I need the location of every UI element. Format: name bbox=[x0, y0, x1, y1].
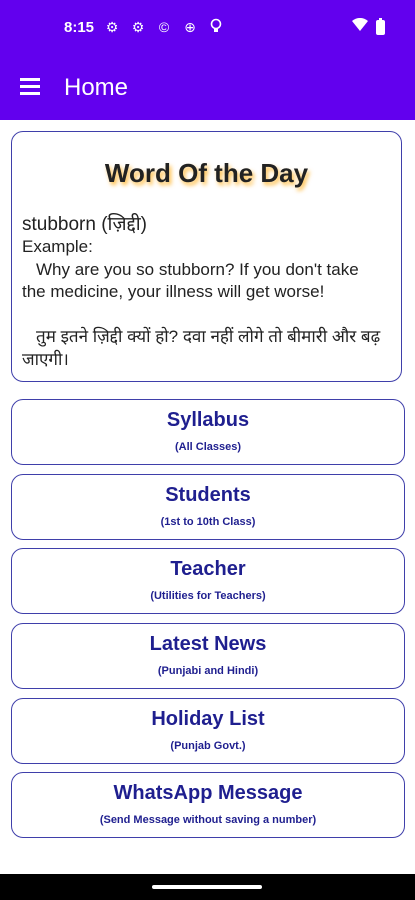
target-icon: ⊕ bbox=[184, 19, 196, 35]
status-right bbox=[352, 17, 385, 37]
menu-card-title: Latest News bbox=[149, 633, 267, 655]
menu-card-subtitle: (Punjab Govt.) bbox=[170, 740, 246, 752]
menu-card-title: Syllabus bbox=[166, 409, 250, 431]
syllabus-button[interactable]: Syllabus (All Classes) bbox=[11, 399, 405, 465]
menu-card-subtitle: (Utilities for Teachers) bbox=[150, 590, 266, 602]
status-time: 8:15 bbox=[64, 19, 95, 36]
copyright-icon: © bbox=[158, 19, 170, 35]
home-indicator[interactable] bbox=[152, 885, 262, 889]
latest-news-button[interactable]: Latest News (Punjabi and Hindi) bbox=[11, 623, 405, 689]
menu-card-title: Teacher bbox=[170, 558, 246, 580]
status-icons: ⚙ ⚙ © ⊕ bbox=[104, 18, 224, 38]
word-of-day-title: Word Of the Day bbox=[104, 158, 309, 188]
navigation-bar bbox=[0, 874, 415, 900]
page-title: Home bbox=[64, 74, 129, 101]
menu-card-subtitle: (All Classes) bbox=[174, 441, 242, 453]
menu-card-subtitle: (1st to 10th Class) bbox=[160, 516, 256, 528]
example-hindi: तुम इतने ज़िद्दी क्यों हो? दवा नहीं लोगे… bbox=[22, 327, 381, 369]
menu-card-title: Students bbox=[165, 484, 251, 506]
example-label: Example: bbox=[22, 237, 93, 256]
menu-card-subtitle: (Punjabi and Hindi) bbox=[157, 665, 259, 677]
hamburger-menu-icon[interactable] bbox=[20, 78, 40, 95]
menu-card-title: WhatsApp Message bbox=[113, 782, 303, 804]
lightbulb-icon bbox=[208, 18, 224, 38]
students-button[interactable]: Students (1st to 10th Class) bbox=[11, 474, 405, 540]
holiday-list-button[interactable]: Holiday List (Punjab Govt.) bbox=[11, 698, 405, 764]
whatsapp-message-button[interactable]: WhatsApp Message (Send Message without s… bbox=[11, 772, 405, 838]
app-bar: Home bbox=[0, 56, 415, 120]
teacher-button[interactable]: Teacher (Utilities for Teachers) bbox=[11, 548, 405, 614]
word-of-day-word: stubborn (ज़िद्दी) bbox=[22, 214, 148, 235]
menu-card-title: Holiday List bbox=[151, 708, 265, 730]
status-bar: 8:15 ⚙ ⚙ © ⊕ bbox=[0, 0, 415, 56]
example-english: Why are you so stubborn? If you don't ta… bbox=[22, 260, 359, 301]
menu-card-subtitle: (Send Message without saving a number) bbox=[99, 814, 317, 826]
gear-icon: ⚙ bbox=[105, 19, 119, 35]
wifi-icon bbox=[352, 17, 368, 37]
word-of-day-card: Word Of the Day stubborn (ज़िद्दी) Examp… bbox=[11, 131, 402, 382]
gear-icon: ⚙ bbox=[131, 19, 145, 35]
battery-icon bbox=[376, 18, 385, 35]
